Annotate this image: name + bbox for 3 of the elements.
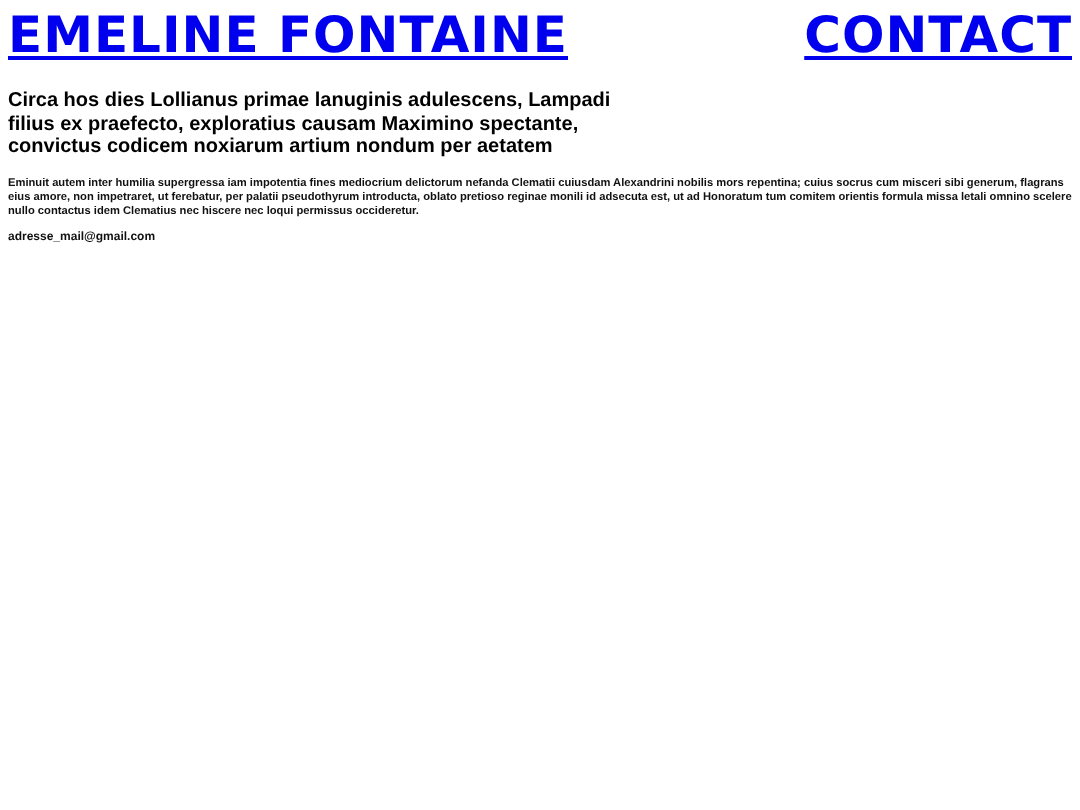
contact-link[interactable]: CONTACT bbox=[804, 8, 1072, 64]
name-link[interactable]: EMELINE FONTAINE bbox=[8, 8, 568, 64]
intro-text: Circa hos dies Lollianus primae lanuginis adulescens, Lampadi filius ex praefecto, exploratius causam Maximino spectante, convictus codicem noxiarum artium nondum per aetatem bbox=[8, 90, 613, 159]
